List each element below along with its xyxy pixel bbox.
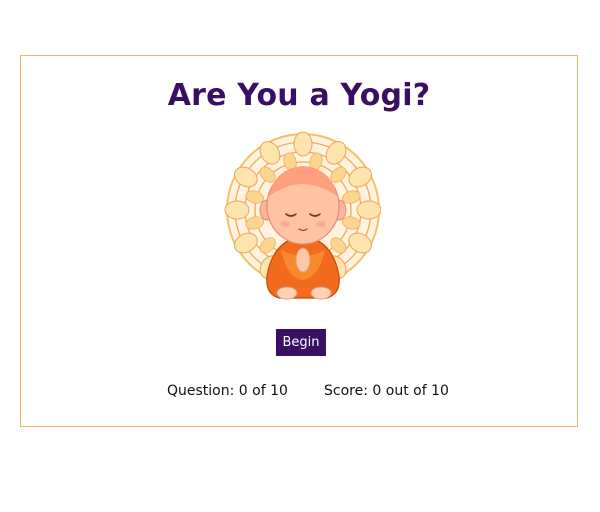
question-current: 0 (238, 383, 248, 399)
question-of: of (252, 383, 266, 399)
score-label: Score: (324, 383, 368, 399)
meditating-monk-mandala-icon (223, 128, 382, 306)
quiz-title: Are You a Yogi? (167, 78, 431, 113)
quiz-card: Are You a Yogi? Begin Question: 0 of 10 … (20, 55, 578, 427)
question-counter: Question: 0 of 10 (167, 383, 288, 399)
begin-button[interactable]: Begin (276, 329, 326, 356)
question-total: 10 (270, 383, 288, 399)
score-current: 0 (372, 383, 382, 399)
score-total: 10 (431, 383, 449, 399)
question-label: Question: (167, 383, 235, 399)
score-out-of: out of (385, 383, 427, 399)
score-counter: Score: 0 out of 10 (324, 383, 449, 399)
